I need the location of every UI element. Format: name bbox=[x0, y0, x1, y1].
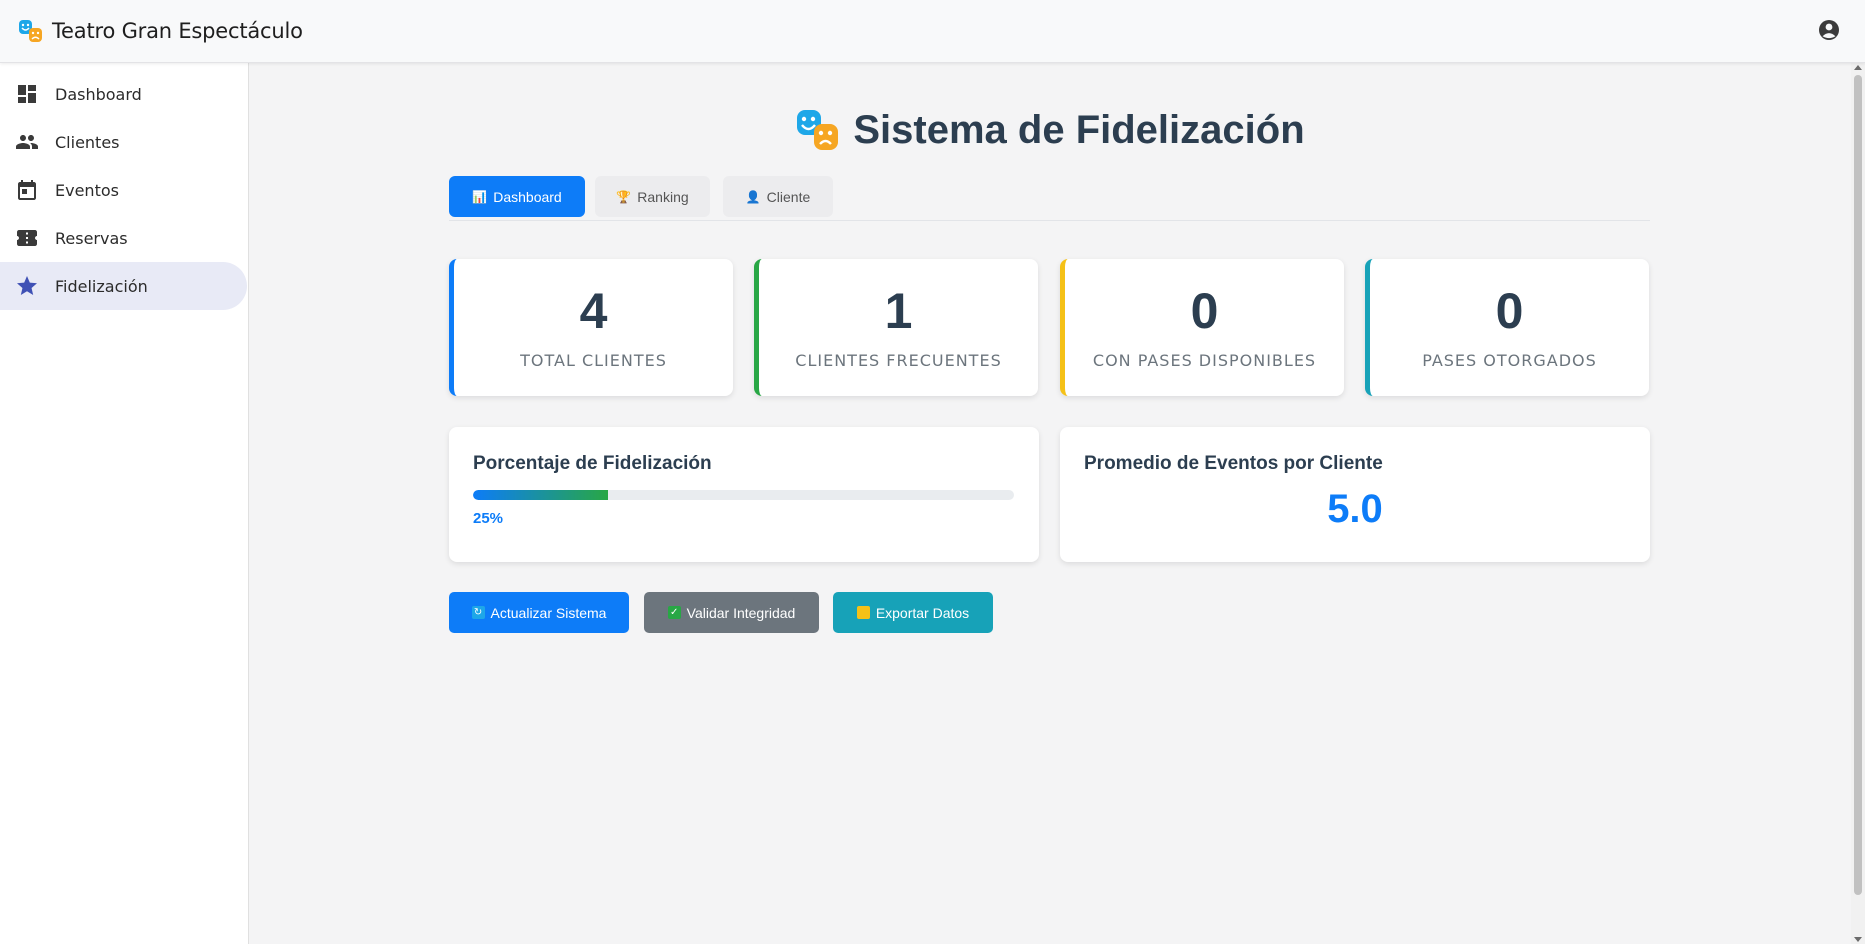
stat-value: 1 bbox=[884, 283, 913, 339]
sidebar-item-label: Clientes bbox=[55, 132, 120, 152]
sidebar-item-label: Eventos bbox=[55, 180, 119, 200]
tab-ranking[interactable]: 🏆 Ranking bbox=[595, 176, 710, 217]
sidebar-item-reservas[interactable]: Reservas bbox=[0, 214, 247, 262]
sidebar-item-label: Fidelización bbox=[55, 276, 148, 296]
sidebar-item-clientes[interactable]: Clientes bbox=[0, 118, 247, 166]
theater-masks-icon bbox=[797, 110, 839, 150]
actualizar-sistema-button[interactable]: ↻ Actualizar Sistema bbox=[449, 592, 629, 633]
scroll-up-arrow-icon[interactable] bbox=[1854, 65, 1862, 70]
user-icon: 👤 bbox=[745, 189, 761, 204]
stat-card-pases-otorgados: 0 PASES OTORGADOS bbox=[1365, 259, 1649, 396]
dashboard-icon bbox=[18, 85, 36, 103]
bar-chart-icon: 📊 bbox=[472, 189, 488, 204]
card-title: Promedio de Eventos por Cliente bbox=[1084, 453, 1383, 474]
stat-label: TOTAL CLIENTES bbox=[520, 351, 667, 370]
tab-label: Dashboard bbox=[493, 188, 562, 205]
validar-integridad-button[interactable]: ✓ Validar Integridad bbox=[644, 592, 819, 633]
stat-card-total-clientes: 4 TOTAL CLIENTES bbox=[449, 259, 733, 396]
tab-label: Cliente bbox=[766, 188, 811, 205]
ticket-icon bbox=[17, 230, 37, 246]
sidebar-item-label: Reservas bbox=[55, 228, 128, 248]
button-label: Exportar Datos bbox=[875, 604, 970, 621]
app-bar: Teatro Gran Espectáculo bbox=[0, 0, 1865, 63]
app-title: Teatro Gran Espectáculo bbox=[52, 19, 303, 43]
tab-bar: 📊 Dashboard 🏆 Ranking 👤 Cliente bbox=[449, 176, 1650, 221]
exportar-datos-button[interactable]: Exportar Datos bbox=[833, 592, 993, 633]
star-icon bbox=[17, 276, 37, 295]
theater-masks-icon bbox=[19, 20, 42, 42]
stat-value: 0 bbox=[1190, 283, 1219, 339]
stat-card-con-pases: 0 CON PASES DISPONIBLES bbox=[1060, 259, 1344, 396]
page-header: Sistema de Fidelización bbox=[249, 107, 1851, 153]
progress-bar bbox=[473, 490, 1014, 500]
stat-value: 0 bbox=[1495, 283, 1524, 339]
page-title: Sistema de Fidelización bbox=[853, 107, 1305, 152]
check-icon: ✓ bbox=[667, 606, 681, 619]
main-content: Sistema de Fidelización 📊 Dashboard 🏆 Ra… bbox=[249, 63, 1851, 944]
sidebar-item-fidelizacion[interactable]: Fidelización bbox=[0, 262, 247, 310]
tab-dashboard[interactable]: 📊 Dashboard bbox=[449, 176, 585, 217]
sidebar-item-eventos[interactable]: Eventos bbox=[0, 166, 247, 214]
stat-label: CLIENTES FRECUENTES bbox=[795, 351, 1002, 370]
trophy-icon: 🏆 bbox=[616, 189, 632, 204]
calendar-icon bbox=[18, 180, 36, 200]
card-title: Porcentaje de Fidelización bbox=[473, 453, 712, 474]
progress-fill bbox=[473, 490, 609, 500]
progress-percent: 25% bbox=[473, 510, 504, 527]
button-label: Actualizar Sistema bbox=[490, 604, 607, 621]
scrollbar[interactable] bbox=[1851, 63, 1865, 944]
tab-label: Ranking bbox=[637, 188, 689, 205]
stat-label: PASES OTORGADOS bbox=[1422, 351, 1597, 370]
fidelizacion-card: Porcentaje de Fidelización 25% bbox=[449, 427, 1039, 562]
refresh-icon: ↻ bbox=[471, 606, 485, 619]
scrollbar-thumb[interactable] bbox=[1854, 75, 1862, 895]
sidebar-item-label: Dashboard bbox=[55, 84, 142, 104]
stat-label: CON PASES DISPONIBLES bbox=[1092, 351, 1317, 370]
sidebar: Dashboard Clientes Eventos Reservas Fide… bbox=[0, 63, 249, 944]
scroll-down-arrow-icon[interactable] bbox=[1854, 937, 1862, 942]
folder-icon bbox=[856, 606, 870, 619]
promedio-card: Promedio de Eventos por Cliente 5.0 bbox=[1060, 427, 1650, 562]
account-circle-icon[interactable] bbox=[1817, 18, 1841, 42]
sidebar-item-dashboard[interactable]: Dashboard bbox=[0, 70, 247, 118]
tab-cliente[interactable]: 👤 Cliente bbox=[723, 176, 833, 217]
stat-value: 4 bbox=[579, 283, 608, 339]
people-icon bbox=[16, 135, 38, 149]
stat-card-clientes-frecuentes: 1 CLIENTES FRECUENTES bbox=[754, 259, 1038, 396]
button-label: Validar Integridad bbox=[686, 604, 796, 621]
average-value: 5.0 bbox=[1327, 487, 1383, 531]
